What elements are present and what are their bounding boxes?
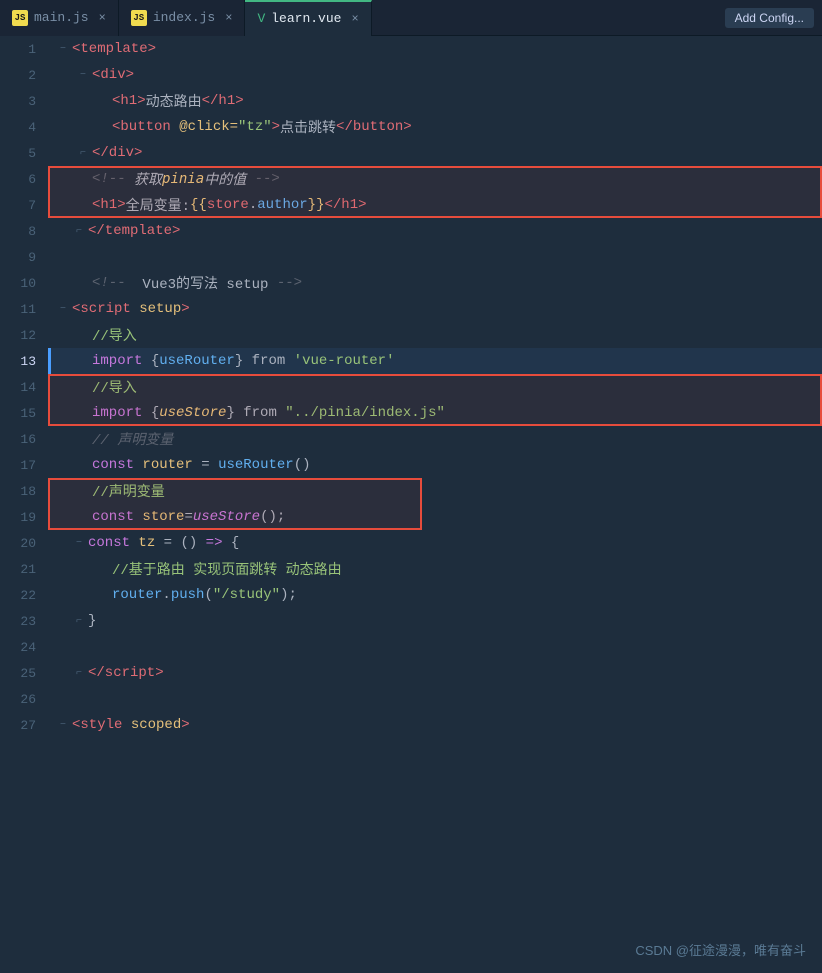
tab-learn-vue[interactable]: V learn.vue × xyxy=(245,0,371,36)
line-2: 2 xyxy=(0,62,48,88)
fold-1[interactable]: − xyxy=(56,42,70,56)
tab-index-js[interactable]: JS index.js × xyxy=(119,0,246,36)
line-19: 19 xyxy=(0,504,48,530)
tab-label-2: index.js xyxy=(153,10,215,25)
highlight-region-3: //声明变量 const store=useStore(); xyxy=(48,478,822,530)
code-line-11: − <script setup> xyxy=(48,296,822,322)
code-line-1: − <template> xyxy=(48,36,822,62)
watermark: CSDN @征途漫漫，唯有奋斗 xyxy=(635,940,806,959)
code-line-8: ⌐ </template> xyxy=(48,218,822,244)
line-11: 11 xyxy=(0,296,48,322)
fold-20[interactable]: − xyxy=(72,536,86,550)
line-18: 18 xyxy=(0,478,48,504)
code-line-26 xyxy=(48,686,822,712)
code-line-17: const router = useRouter() xyxy=(48,452,822,478)
tab-main-js[interactable]: JS main.js × xyxy=(0,0,119,36)
code-line-9 xyxy=(48,244,822,270)
line-15: 15 xyxy=(0,400,48,426)
line-23: 23 xyxy=(0,608,48,634)
line-22: 22 xyxy=(0,582,48,608)
line-12: 12 xyxy=(0,322,48,348)
highlight-region-2: //导入 import {useStore} from "../pinia/in… xyxy=(48,374,822,426)
code-line-12: //导入 xyxy=(48,322,822,348)
code-line-2: − <div> xyxy=(48,62,822,88)
line-26: 26 xyxy=(0,686,48,712)
code-line-24 xyxy=(48,634,822,660)
line-16: 16 xyxy=(0,426,48,452)
tab-close-learn-vue[interactable]: × xyxy=(351,12,358,26)
fold-8[interactable]: ⌐ xyxy=(72,224,86,238)
line-20: 20 xyxy=(0,530,48,556)
line-24: 24 xyxy=(0,634,48,660)
fold-25[interactable]: ⌐ xyxy=(72,666,86,680)
code-line-19: const store=useStore(); xyxy=(48,504,822,530)
js-icon: JS xyxy=(12,10,28,26)
fold-23[interactable]: ⌐ xyxy=(72,614,86,628)
code-line-27: − <style scoped> xyxy=(48,712,822,738)
line-10: 10 xyxy=(0,270,48,296)
line-1: 1 xyxy=(0,36,48,62)
code-line-10: <!-- Vue3的写法 setup --> xyxy=(48,270,822,296)
code-line-20: − const tz = () => { xyxy=(48,530,822,556)
line-25: 25 xyxy=(0,660,48,686)
code-line-4: <button @click="tz">点击跳转</button> xyxy=(48,114,822,140)
tab-close-main-js[interactable]: × xyxy=(99,11,106,25)
code-line-14: //导入 xyxy=(48,374,822,400)
code-line-16: // 声明变量 xyxy=(48,426,822,452)
code-area: − <template> − <div> <h1>动态路由</h1> <butt… xyxy=(48,36,822,973)
line-13: 13 xyxy=(0,348,48,374)
code-line-6: <!-- 获取pinia中的值 --> xyxy=(48,166,822,192)
highlight-region-1: <!-- 获取pinia中的值 --> <h1>全局变量:{{store.aut… xyxy=(48,166,822,218)
tab-close-index-js[interactable]: × xyxy=(225,11,232,25)
line-14: 14 xyxy=(0,374,48,400)
editor: 1 2 3 4 5 6 7 8 9 10 11 12 13 14 15 16 1… xyxy=(0,36,822,973)
line-gutter: 1 2 3 4 5 6 7 8 9 10 11 12 13 14 15 16 1… xyxy=(0,36,48,973)
add-config-button[interactable]: Add Config... xyxy=(725,8,814,28)
code-line-21: //基于路由 实现页面跳转 动态路由 xyxy=(48,556,822,582)
line-17: 17 xyxy=(0,452,48,478)
code-line-25: ⌐ </script> xyxy=(48,660,822,686)
js-icon-2: JS xyxy=(131,10,147,26)
code-line-13: import {useRouter} from 'vue-router' xyxy=(48,348,822,374)
code-line-3: <h1>动态路由</h1> xyxy=(48,88,822,114)
line-8: 8 xyxy=(0,218,48,244)
code-line-5: ⌐ </div> xyxy=(48,140,822,166)
line-9: 9 xyxy=(0,244,48,270)
line-4: 4 xyxy=(0,114,48,140)
line-27: 27 xyxy=(0,712,48,738)
line-7: 7 xyxy=(0,192,48,218)
header-actions: Add Config... xyxy=(725,8,822,28)
code-line-15: import {useStore} from "../pinia/index.j… xyxy=(48,400,822,426)
code-line-22: router.push("/study"); xyxy=(48,582,822,608)
active-line-marker xyxy=(48,348,51,374)
line-21: 21 xyxy=(0,556,48,582)
tab-label-3: learn.vue xyxy=(271,11,341,26)
tab-bar: JS main.js × JS index.js × V learn.vue ×… xyxy=(0,0,822,36)
code-line-23: ⌐ } xyxy=(48,608,822,634)
tab-label: main.js xyxy=(34,10,89,25)
line-6: 6 xyxy=(0,166,48,192)
fold-2[interactable]: − xyxy=(76,68,90,82)
line-5: 5 xyxy=(0,140,48,166)
vue-icon: V xyxy=(257,11,265,26)
fold-5[interactable]: ⌐ xyxy=(76,146,90,160)
code-line-7: <h1>全局变量:{{store.author}}</h1> xyxy=(48,192,822,218)
fold-11[interactable]: − xyxy=(56,302,70,316)
fold-27[interactable]: − xyxy=(56,718,70,732)
line-3: 3 xyxy=(0,88,48,114)
code-line-18: //声明变量 xyxy=(48,478,822,504)
